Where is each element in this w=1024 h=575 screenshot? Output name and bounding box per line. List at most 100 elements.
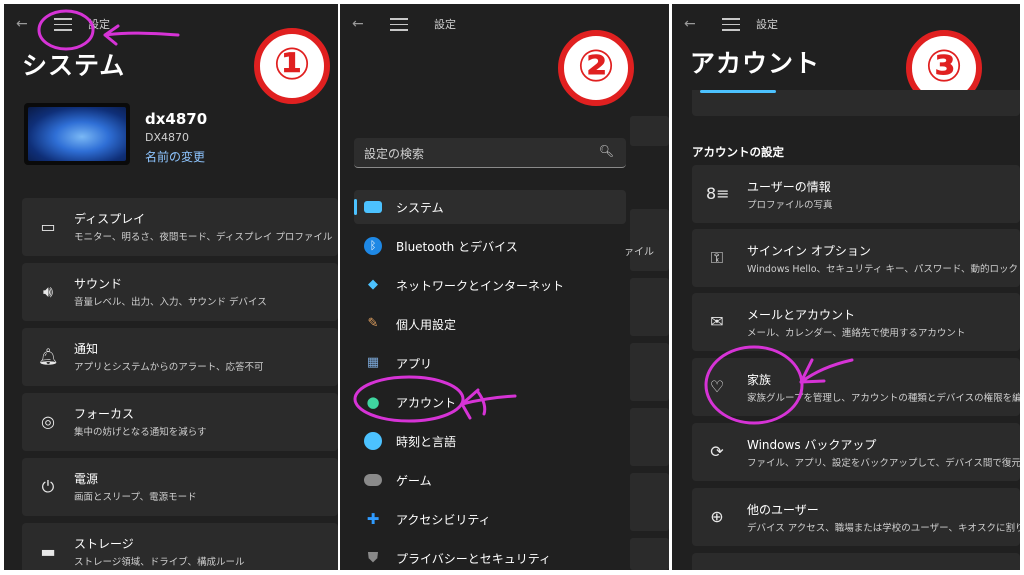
nav-item-accessibility[interactable]: ✚ アクセシビリティ [354, 502, 626, 536]
accessibility-icon: ✚ [366, 510, 380, 528]
card-title: 他のユーザー [747, 503, 819, 517]
rename-link[interactable]: 名前の変更 [145, 148, 205, 165]
card-title: Windows バックアップ [747, 438, 877, 452]
account-card-email[interactable]: ✉ メールとアカウント メール、カレンダー、連絡先で使用するアカウント [692, 293, 1020, 351]
card-desc: デバイス アクセス、職場または学校のユーザー、キオスクに割り当て [747, 523, 1020, 534]
card-title: ディスプレイ [74, 212, 146, 226]
brush-icon: ✎ [367, 316, 379, 331]
title-bar: ← 設定 [340, 14, 669, 40]
power-icon: ⏻ [41, 477, 55, 496]
panel-accounts: ← 設定 アカウント ③ アカウントの設定 8≡ ユーザーの情報 プロファイルの… [672, 4, 1020, 570]
search-icon: 🔍︎ [598, 144, 614, 158]
nav-item-system[interactable]: システム [354, 190, 626, 224]
background-card [630, 278, 669, 336]
account-card-backup[interactable]: ⟳ Windows バックアップ ファイル、アプリ、設定をバックアップして、デバ… [692, 423, 1020, 481]
card-desc: 集中の妨げとなる通知を減らす [74, 427, 207, 438]
card-title: 通知 [74, 342, 99, 356]
card-desc: 音量レベル、出力、入力、サウンド デバイス [74, 297, 267, 308]
section-heading: アカウントの設定 [692, 145, 784, 159]
selection-indicator [354, 199, 357, 215]
family-heart-icon: ♡ [709, 377, 725, 396]
background-card [630, 473, 669, 531]
settings-card-power[interactable]: ⏻ 電源 画面とスリープ、電源モード [22, 458, 338, 516]
back-arrow-icon[interactable]: ← [352, 16, 364, 32]
apps-icon: ▦ [366, 355, 380, 370]
account-summary-card[interactable] [692, 90, 1020, 116]
nav-item-time-language[interactable]: 時刻と言語 [354, 424, 626, 458]
tutorial-collage: ← 設定 システム dx4870 DX4870 名前の変更 ▭ ディスプレイ モ… [0, 0, 1024, 575]
breadcrumb: 設定 [88, 18, 110, 31]
hamburger-menu-icon[interactable] [722, 14, 740, 32]
card-desc: 家族グループを管理し、アカウントの種類とデバイスの権限を編集 [747, 393, 1020, 404]
device-model: DX4870 [145, 131, 189, 144]
breadcrumb: 設定 [756, 18, 778, 31]
shield-icon: ⛊ [367, 550, 379, 566]
nav-label: アカウント [396, 396, 457, 410]
bluetooth-icon: ᛒ [364, 237, 382, 255]
card-title: 電源 [74, 472, 99, 486]
nav-item-accounts[interactable]: ● アカウント [354, 385, 626, 419]
nav-item-network[interactable]: ◆ ネットワークとインターネット [354, 268, 626, 302]
account-card-family[interactable]: ♡ 家族 家族グループを管理し、アカウントの種類とデバイスの権限を編集 [692, 358, 1020, 416]
bell-icon: 🔔︎ [38, 347, 59, 366]
account-icon: ● [366, 393, 380, 411]
device-name: dx4870 [145, 110, 208, 128]
background-card [630, 408, 669, 466]
windows-wallpaper-icon [28, 107, 126, 161]
title-bar: ← 設定 [672, 14, 1020, 40]
settings-card-display[interactable]: ▭ ディスプレイ モニター、明るさ、夜間モード、ディスプレイ プロファイル [22, 198, 338, 256]
focus-icon: ◎ [41, 412, 55, 431]
card-title: 家族 [747, 373, 772, 387]
add-user-icon: ⊕ [710, 507, 724, 526]
account-card-partial[interactable] [692, 553, 1020, 570]
card-desc: メール、カレンダー、連絡先で使用するアカウント [747, 328, 966, 339]
settings-card-notifications[interactable]: 🔔︎ 通知 アプリとシステムからのアラート、応答不可 [22, 328, 338, 386]
nav-label: Bluetooth とデバイス [396, 240, 518, 254]
storage-icon: ▬ [40, 542, 56, 561]
wifi-icon: ◆ [368, 277, 378, 292]
background-card [630, 538, 669, 570]
display-icon: ▭ [40, 217, 56, 236]
card-title: サウンド [74, 277, 123, 291]
step-number-2: ② [558, 30, 634, 106]
account-card-user-info[interactable]: 8≡ ユーザーの情報 プロファイルの写真 [692, 165, 1020, 223]
card-desc: モニター、明るさ、夜間モード、ディスプレイ プロファイル [74, 232, 333, 243]
nav-item-personalization[interactable]: ✎ 個人用設定 [354, 307, 626, 341]
nav-item-bluetooth[interactable]: ᛒ Bluetooth とデバイス [354, 229, 626, 263]
settings-card-sound[interactable]: 🔊︎ サウンド 音量レベル、出力、入力、サウンド デバイス [22, 263, 338, 321]
card-desc: ストレージ領域、ドライブ、構成ルール [74, 557, 245, 568]
hamburger-menu-icon[interactable] [54, 14, 72, 32]
nav-item-apps[interactable]: ▦ アプリ [354, 346, 626, 380]
hamburger-menu-icon[interactable] [390, 14, 408, 32]
nav-label: アプリ [396, 357, 433, 371]
back-arrow-icon[interactable]: ← [16, 16, 28, 32]
user-info-icon: 8≡ [706, 184, 730, 203]
accent-underline [700, 90, 776, 93]
gamepad-icon [364, 474, 382, 486]
speaker-icon: 🔊︎ [42, 282, 54, 301]
background-card-text: ァイル [624, 247, 654, 258]
card-desc: ファイル、アプリ、設定をバックアップして、デバイス間で復元 [747, 458, 1020, 469]
back-arrow-icon[interactable]: ← [684, 16, 696, 32]
nav-label: アクセシビリティ [396, 513, 491, 527]
settings-card-storage[interactable]: ▬ ストレージ ストレージ領域、ドライブ、構成ルール [22, 523, 338, 570]
page-title: アカウント [690, 49, 821, 78]
card-title: フォーカス [74, 407, 135, 421]
nav-label: 個人用設定 [396, 318, 457, 332]
card-title: サインイン オプション [747, 244, 871, 258]
account-card-sign-in[interactable]: ⚿ サインイン オプション Windows Hello、セキュリティ キー、パス… [692, 229, 1020, 287]
search-box[interactable]: 設定の検索 🔍︎ [354, 138, 626, 168]
settings-card-focus[interactable]: ◎ フォーカス 集中の妨げとなる通知を減らす [22, 393, 338, 451]
nav-label: システム [396, 201, 444, 215]
nav-label: ゲーム [396, 474, 432, 488]
mail-icon: ✉ [710, 312, 724, 331]
step-number-1: ① [254, 28, 330, 104]
nav-item-gaming[interactable]: ゲーム [354, 463, 626, 497]
nav-label: プライバシーとセキュリティ [396, 552, 552, 566]
nav-item-privacy[interactable]: ⛊ プライバシーとセキュリティ [354, 541, 626, 570]
account-card-other-users[interactable]: ⊕ 他のユーザー デバイス アクセス、職場または学校のユーザー、キオスクに割り当… [692, 488, 1020, 546]
card-title: メールとアカウント [747, 308, 856, 322]
search-placeholder: 設定の検索 [364, 147, 425, 161]
page-title: システム [22, 51, 126, 80]
card-title: ストレージ [74, 537, 134, 551]
